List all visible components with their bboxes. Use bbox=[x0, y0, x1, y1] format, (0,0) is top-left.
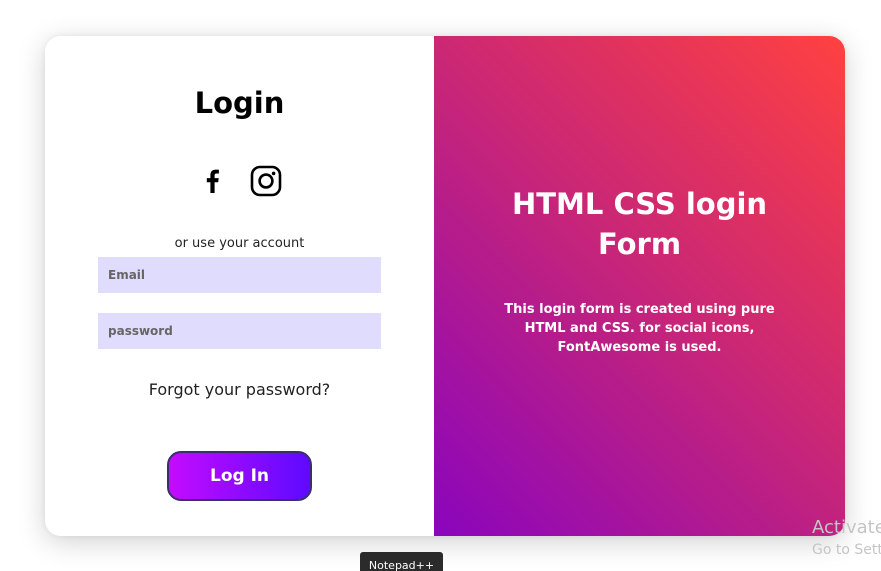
login-panel: Login or use your account Forgot your pa… bbox=[45, 36, 434, 536]
social-icons bbox=[45, 164, 434, 198]
info-heading: HTML CSS login Form bbox=[511, 187, 768, 261]
login-card: Login or use your account Forgot your pa… bbox=[45, 36, 845, 536]
instagram-icon[interactable] bbox=[249, 164, 283, 198]
activate-windows-title: Activate bbox=[812, 517, 881, 538]
email-input[interactable] bbox=[98, 257, 381, 293]
facebook-icon[interactable] bbox=[196, 164, 230, 198]
activate-windows-subtitle: Go to Setti bbox=[812, 542, 881, 558]
info-description: This login form is created using pure HT… bbox=[504, 302, 775, 355]
password-input[interactable] bbox=[98, 313, 381, 349]
taskbar-tooltip: Notepad++ bbox=[360, 552, 443, 571]
info-panel: HTML CSS login Form This login form is c… bbox=[434, 36, 845, 536]
login-button[interactable]: Log In bbox=[167, 451, 312, 501]
login-title: Login bbox=[194, 86, 285, 120]
alt-login-text: or use your account bbox=[174, 236, 305, 251]
forgot-password-link[interactable]: Forgot your password? bbox=[45, 380, 434, 399]
